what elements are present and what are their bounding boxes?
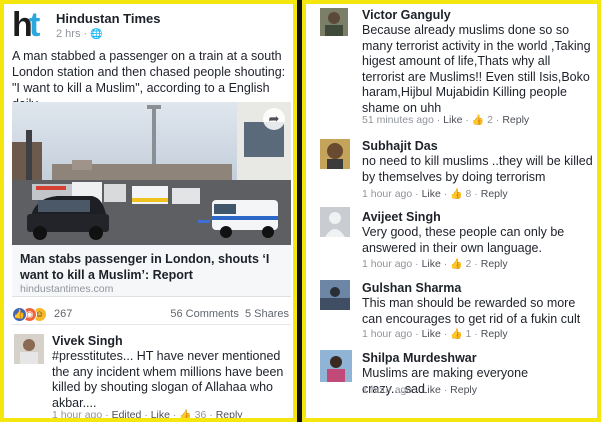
avatar[interactable] xyxy=(320,139,350,169)
comments-panel: Victor Ganguly Because already muslims d… xyxy=(302,0,601,422)
commenter-name[interactable]: Gulshan Sharma xyxy=(362,281,461,295)
avatar-image xyxy=(320,139,350,169)
thumbs-up-icon: 👍 xyxy=(179,410,192,421)
avatar[interactable] xyxy=(14,334,44,364)
like-button[interactable]: Like xyxy=(422,258,441,270)
commenter-name[interactable]: Avijeet Singh xyxy=(362,210,441,224)
commenter-name[interactable]: Vivek Singh xyxy=(52,334,123,348)
commenter-name[interactable]: Shilpa Murdeshwar xyxy=(362,351,477,365)
comment-meta: 1 hour ago · Like · 👍 8 · Reply xyxy=(362,188,508,200)
comment-meta: 51 minutes ago · Like · 👍 2 · Reply xyxy=(362,114,530,126)
like-count[interactable]: 2 xyxy=(487,114,493,126)
avatar-image xyxy=(320,8,348,36)
reply-button[interactable]: Reply xyxy=(450,384,477,396)
post-stats[interactable]: 56 Comments 5 Shares xyxy=(170,308,289,320)
like-button[interactable]: Like xyxy=(422,188,441,200)
page-name[interactable]: Hindustan Times xyxy=(56,11,161,26)
avatar-image xyxy=(320,280,350,310)
comment-meta: 1 hour ago · Like · 👍 1 · Reply xyxy=(362,328,508,340)
reply-button[interactable]: Reply xyxy=(481,258,508,270)
reaction-summary[interactable]: 👍 ◉ ☺ 267 56 Comments 5 Shares xyxy=(12,306,291,322)
reply-button[interactable]: Reply xyxy=(481,188,508,200)
like-button[interactable]: Like xyxy=(422,384,441,396)
share-icon[interactable]: ➦ xyxy=(263,108,285,130)
station-scene xyxy=(12,102,291,245)
comment-text: Because already muslims done so so many … xyxy=(362,23,591,115)
comment-text: #presstitutes... HT have never mentioned… xyxy=(52,349,284,410)
avatar[interactable] xyxy=(320,280,350,310)
comment-meta: 1 hour ago · Like · Reply xyxy=(362,384,478,396)
comment-text: Very good, these people can only be answ… xyxy=(362,225,565,255)
avatar-image xyxy=(320,350,352,382)
edited-label[interactable]: Edited xyxy=(112,409,142,418)
like-count[interactable]: 2 xyxy=(466,258,472,270)
reply-button[interactable]: Reply xyxy=(502,114,529,126)
comment-time[interactable]: 1 hour ago xyxy=(362,258,412,270)
avatar[interactable] xyxy=(320,350,352,382)
like-reaction-icon: 👍 xyxy=(12,307,27,322)
thumbs-up-icon: 👍 xyxy=(450,189,463,200)
comment-time[interactable]: 1 hour ago xyxy=(362,328,412,340)
post-time-text: 2 hrs xyxy=(56,28,81,40)
thumbs-up-icon: 👍 xyxy=(450,259,463,270)
like-count[interactable]: 8 xyxy=(466,188,472,200)
comment-time[interactable]: 1 hour ago xyxy=(52,409,102,418)
reaction-count[interactable]: 267 xyxy=(54,308,72,320)
like-count[interactable]: 1 xyxy=(466,328,472,340)
like-button[interactable]: Like xyxy=(443,114,462,126)
comments-count[interactable]: 56 Comments xyxy=(170,308,238,320)
post-time: 2 hrs · 🌐 xyxy=(56,28,103,40)
comment-meta: 1 hour ago · Like · 👍 2 · Reply xyxy=(362,258,508,270)
like-button[interactable]: Like xyxy=(151,409,170,418)
reply-button[interactable]: Reply xyxy=(216,409,243,418)
comment-meta: 1 hour ago · Edited · Like · 👍 36 · Repl… xyxy=(52,409,243,421)
divider xyxy=(12,324,291,325)
link-preview[interactable]: Man stabs passenger in London, shouts ‘I… xyxy=(12,245,291,297)
link-domain: hindustantimes.com xyxy=(20,283,114,295)
commenter-name[interactable]: Victor Ganguly xyxy=(362,8,451,22)
comment-text: This man should be rewarded so more can … xyxy=(362,296,581,326)
reply-button[interactable]: Reply xyxy=(481,328,508,340)
thumbs-up-icon: 👍 xyxy=(450,329,463,340)
logo-h: h xyxy=(12,6,33,44)
logo-t: t xyxy=(29,6,41,44)
commenter-name[interactable]: Subhajit Das xyxy=(362,139,438,153)
like-button[interactable]: Like xyxy=(422,328,441,340)
comment-time[interactable]: 1 hour ago xyxy=(362,384,412,396)
avatar[interactable] xyxy=(320,207,350,237)
shares-count[interactable]: 5 Shares xyxy=(245,308,289,320)
page-avatar[interactable]: ht xyxy=(12,6,46,44)
like-count[interactable]: 36 xyxy=(195,409,207,418)
avatar-image xyxy=(320,207,350,237)
avatar[interactable] xyxy=(320,8,348,36)
link-title[interactable]: Man stabs passenger in London, shouts ‘I… xyxy=(20,251,282,283)
globe-icon: 🌐 xyxy=(90,29,103,40)
avatar-image xyxy=(14,334,44,364)
comment-time[interactable]: 1 hour ago xyxy=(362,188,412,200)
link-image[interactable]: ➦ xyxy=(12,102,291,245)
comment-text: no need to kill muslims ..they will be k… xyxy=(362,154,593,184)
comment-time[interactable]: 51 minutes ago xyxy=(362,114,434,126)
post-panel: ht Hindustan Times 2 hrs · 🌐 A man stabb… xyxy=(0,0,297,422)
thumbs-up-icon: 👍 xyxy=(471,115,485,126)
